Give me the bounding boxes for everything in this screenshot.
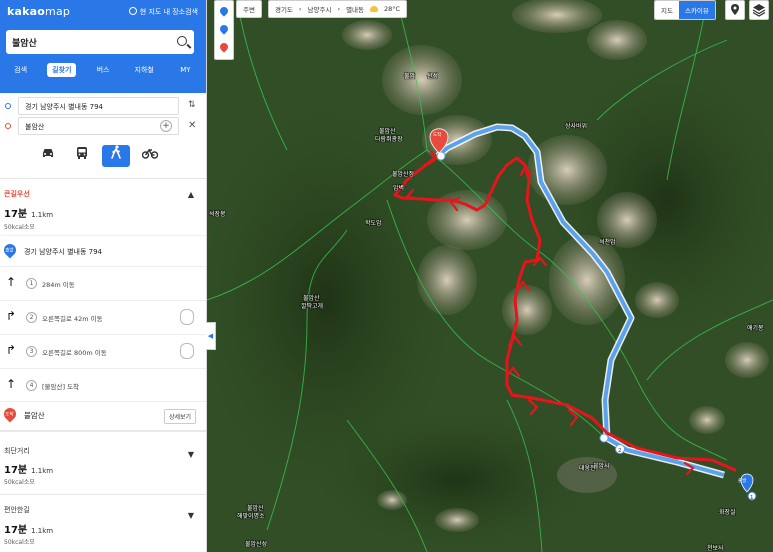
route-step[interactable]: ↑ 4 [불암산] 도착	[0, 368, 206, 402]
layers-button[interactable]	[749, 0, 769, 20]
svg-text:깔딱고개: 깔딱고개	[301, 302, 323, 310]
bike-icon[interactable]	[136, 145, 164, 167]
end-pin-icon[interactable]	[218, 41, 230, 53]
car-icon[interactable]	[34, 145, 62, 167]
svg-text:대웅전: 대웅전	[579, 464, 596, 472]
svg-text:산성: 산성	[427, 72, 438, 80]
route-calories: 50kcal소모	[4, 224, 35, 231]
origin-dot-icon	[5, 103, 11, 109]
divider	[0, 401, 206, 402]
roadview-icon[interactable]	[180, 343, 194, 359]
add-waypoint-icon[interactable]: +	[160, 120, 172, 132]
turn-right-icon: ↱	[6, 343, 17, 357]
expand-caret-icon[interactable]: ▼	[188, 511, 194, 520]
start-marker-label: 출발	[738, 479, 747, 484]
radio-icon	[128, 7, 137, 15]
end-location-label: 불암산	[24, 411, 45, 420]
route-option-title: 큰길우선	[4, 190, 30, 198]
tab-subway[interactable]: 지하철	[124, 61, 165, 83]
svg-text:불암: 불암	[404, 72, 416, 80]
weather-temperature: 28°C	[384, 5, 401, 13]
chevron-right-icon: ›	[298, 5, 302, 13]
straight-arrow-icon: ↑	[6, 377, 17, 391]
svg-text:상사바위: 상사바위	[565, 122, 587, 130]
breadcrumb-district[interactable]: 별내동	[346, 4, 364, 14]
collapse-caret-icon[interactable]: ▲	[188, 190, 194, 199]
svg-text:애기봉: 애기봉	[747, 324, 764, 332]
svg-text:다람쥐광장: 다람쥐광장	[375, 135, 403, 143]
top-bar: kakaomap 현 지도 내 장소검색 검색 길찾기 버스 지하철 MY	[0, 0, 206, 93]
skyview-button[interactable]: 스카이뷰	[678, 1, 715, 19]
destination-dot-icon	[5, 123, 11, 129]
svg-text:불암산: 불암산	[303, 294, 320, 302]
my-location-button[interactable]	[725, 0, 745, 20]
location-pin-icon	[731, 4, 739, 15]
divider	[0, 494, 206, 495]
search-icon[interactable]	[177, 36, 187, 46]
route-panel: kakaomap 현 지도 내 장소검색 검색 길찾기 버스 지하철 MY 경기…	[0, 0, 207, 552]
tab-bus[interactable]: 버스	[82, 61, 123, 83]
svg-text:불암산: 불암산	[247, 504, 264, 512]
route-point-legend	[214, 0, 234, 60]
svg-text:천보사: 천보사	[707, 544, 724, 552]
search-box	[6, 30, 194, 54]
around-button[interactable]: 주변	[236, 0, 262, 18]
expand-caret-icon[interactable]: ▼	[188, 450, 194, 459]
svg-text:2: 2	[618, 448, 622, 454]
satellite-imagery[interactable]: 2 불암산 다람쥐광장 암벽 불암산정 학도암 불암산 깔딱고개 불암 산성 상…	[207, 0, 773, 552]
roadview-icon[interactable]	[180, 309, 194, 325]
route-step[interactable]: ↑ 1 284m 이동	[0, 266, 206, 300]
route-summary: 17분 1.1km	[4, 209, 54, 220]
map-area-search-toggle[interactable]: 현 지도 내 장소검색	[128, 7, 198, 17]
destination-marker-label: 도착	[433, 133, 442, 138]
waypoint-pin-icon[interactable]	[218, 23, 230, 35]
svg-text:암벽: 암벽	[393, 184, 404, 192]
svg-text:1: 1	[750, 495, 754, 501]
svg-text:석천암: 석천암	[599, 238, 616, 246]
start-location-label: 경기 남양주시 별내동 794	[24, 248, 102, 256]
map-view-button[interactable]: 지도	[655, 1, 679, 19]
divider	[0, 430, 206, 432]
breadcrumb: 경기도 › 남양주시 › 별내동 28°C	[267, 0, 408, 18]
skyview-map[interactable]: 2 불암산 다람쥐광장 암벽 불암산정 학도암 불암산 깔딱고개 불암 산성 상…	[207, 0, 773, 552]
breadcrumb-city[interactable]: 남양주시	[308, 4, 332, 14]
tab-my[interactable]: MY	[165, 61, 206, 83]
route-step[interactable]: ↱ 2 오른쪽길로 42m 이동	[0, 300, 206, 334]
svg-text:화장실: 화장실	[719, 508, 736, 516]
divider	[0, 235, 206, 236]
origin-input[interactable]: 경기 남양주시 별내동 794	[18, 97, 179, 115]
detail-button[interactable]: 상세보기	[164, 409, 197, 424]
destination-input[interactable]: 불암산	[18, 117, 179, 135]
weather-icon	[370, 6, 379, 12]
route-step[interactable]: ↱ 3 오른쪽길로 800m 이동	[0, 334, 206, 368]
tab-directions[interactable]: 길찾기	[41, 61, 82, 83]
travel-modes	[0, 143, 206, 169]
breadcrumb-province[interactable]: 경기도	[275, 4, 293, 14]
svg-text:석장봉: 석장봉	[209, 210, 226, 218]
start-pin-icon[interactable]	[218, 5, 230, 17]
search-input[interactable]	[12, 35, 172, 49]
svg-text:불암산성: 불암산성	[245, 540, 267, 548]
divider	[0, 178, 206, 179]
main-tabs: 검색 길찾기 버스 지하철 MY	[0, 61, 206, 83]
svg-text:해맞이명소: 해맞이명소	[237, 512, 265, 520]
swap-icon[interactable]: ⇅	[188, 100, 196, 110]
map-type-toggle: 지도 스카이뷰	[654, 0, 716, 20]
walk-icon[interactable]	[102, 145, 130, 167]
straight-arrow-icon: ↑	[6, 275, 17, 289]
svg-text:학도암: 학도암	[365, 219, 382, 227]
bus-icon[interactable]	[68, 145, 96, 167]
svg-text:불암산: 불암산	[379, 127, 396, 135]
tab-search[interactable]: 검색	[0, 61, 41, 83]
map-location-bar: 주변 경기도 › 남양주시 › 별내동 28°C	[236, 0, 408, 18]
close-icon[interactable]: ✕	[188, 120, 196, 131]
svg-text:불암산정: 불암산정	[392, 170, 414, 178]
layers-icon	[752, 4, 766, 17]
turn-right-icon: ↱	[6, 309, 17, 323]
start-pin-icon: 출발	[1, 241, 19, 259]
panel-collapse-button[interactable]: ◀	[206, 322, 216, 350]
end-pin-icon: 도착	[1, 405, 19, 423]
chevron-right-icon: ›	[337, 5, 341, 13]
kakaomap-logo[interactable]: kakaomap	[7, 5, 70, 18]
